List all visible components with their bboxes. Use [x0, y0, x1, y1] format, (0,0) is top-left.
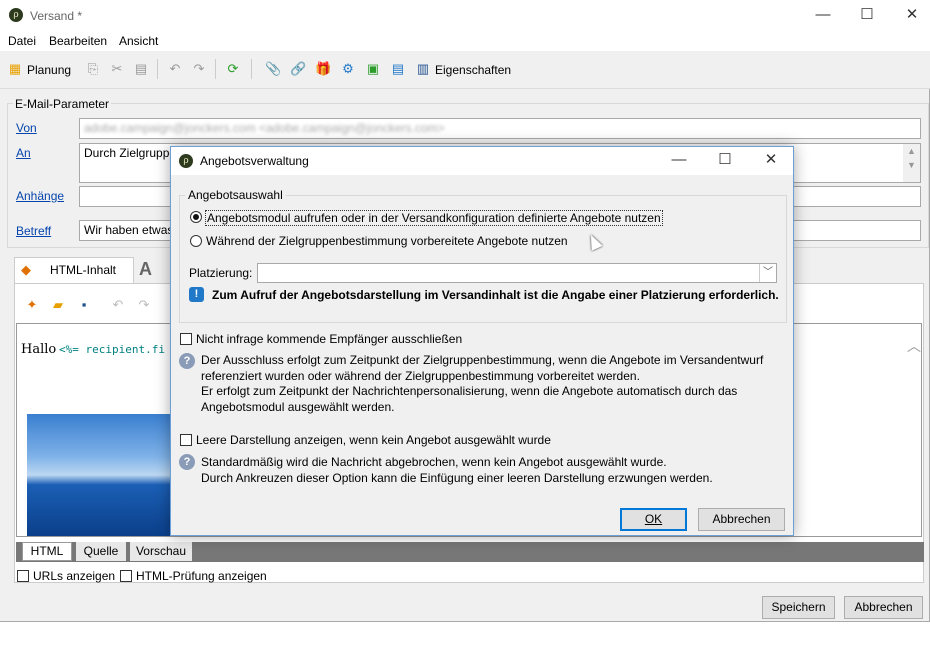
editor-scroll-up-icon[interactable]: ︿: [907, 336, 921, 356]
help2-line: Standardmäßig wird die Nachricht abgebro…: [201, 455, 667, 469]
cut-icon[interactable]: ✂: [109, 61, 125, 77]
help1-line: Der Ausschluss erfolgt zum Zeitpunkt der…: [201, 353, 764, 367]
ok-button[interactable]: OK: [620, 508, 687, 531]
from-value: adobe.campaign@jonckers.com <adobe.campa…: [84, 121, 445, 135]
placement-select[interactable]: [257, 263, 777, 283]
clipboard-icon[interactable]: ▤: [390, 61, 406, 77]
toolbar-separator: [251, 59, 252, 79]
redo-icon[interactable]: ↷: [191, 61, 207, 77]
empty-rendering-label: Leere Darstellung anzeigen, wenn kein An…: [196, 433, 551, 447]
placement-warning: Zum Aufruf der Angebotsdarstellung im Ve…: [212, 288, 779, 302]
dialog-close-icon[interactable]: ✕: [761, 152, 781, 168]
subject-link[interactable]: Betreff: [16, 224, 51, 238]
maximize-icon[interactable]: ☐: [857, 7, 877, 23]
html-check-checkbox[interactable]: [120, 570, 132, 582]
html-check-label: HTML-Prüfung anzeigen: [136, 569, 267, 583]
editor-redo-icon[interactable]: ↷: [136, 297, 152, 313]
main-cancel-button[interactable]: Abbrechen: [844, 596, 923, 619]
radio-prepared-offers[interactable]: [190, 235, 202, 247]
tab-text-content[interactable]: A: [139, 259, 152, 280]
app-icon: ρ: [9, 8, 23, 22]
show-urls-label: URLs anzeigen: [33, 569, 116, 583]
help-icon: ?: [179, 454, 195, 470]
offer-selection-legend: Angebotsauswahl: [185, 188, 286, 202]
ok-label: OK: [644, 512, 663, 526]
empty-help-text: Standardmäßig wird die Nachricht abgebro…: [201, 455, 713, 486]
bottom-tab-source[interactable]: Quelle: [76, 542, 126, 561]
hello-text: Hallo: [21, 342, 57, 357]
calculator-icon[interactable]: ▣: [365, 61, 381, 77]
dialog-title: Angebotsverwaltung: [200, 154, 309, 168]
tab-html-content[interactable]: ◆ HTML-Inhalt: [14, 257, 134, 283]
placement-label: Platzierung:: [189, 266, 253, 280]
exclude-help-text: Der Ausschluss erfolgt zum Zeitpunkt der…: [201, 353, 763, 415]
title-bar: ρ Versand * — ☐ ✕: [0, 0, 930, 31]
editor-undo-icon[interactable]: ↶: [110, 297, 126, 313]
empty-rendering-checkbox[interactable]: [180, 434, 192, 446]
exclude-ineligible-label: Nicht infrage kommende Empfänger ausschl…: [196, 332, 463, 346]
minimize-icon[interactable]: —: [813, 7, 833, 23]
undo-icon[interactable]: ↶: [167, 61, 183, 77]
to-scrollbar[interactable]: ▲ ▼: [903, 144, 920, 182]
help1-line: Angebotsmodul ausgewählt werden.: [201, 399, 395, 414]
paste-icon[interactable]: ▤: [133, 61, 149, 77]
dialog-minimize-icon[interactable]: —: [669, 152, 689, 168]
personalize-icon[interactable]: ⚙: [340, 61, 356, 77]
chevron-down-icon[interactable]: ﹀: [759, 264, 776, 282]
link-icon[interactable]: 🔗: [290, 61, 306, 77]
close-icon[interactable]: ✕: [902, 7, 922, 23]
bottom-tab-preview[interactable]: Vorschau: [130, 542, 192, 561]
bottom-tab-html[interactable]: HTML: [22, 542, 72, 561]
open-folder-icon[interactable]: ▰: [50, 297, 66, 313]
radio-offer-engine-label: Angebotsmodul aufrufen oder in der Versa…: [205, 210, 663, 226]
dialog-cancel-button[interactable]: Abbrechen: [698, 508, 785, 531]
attachments-link[interactable]: Anhänge: [16, 189, 64, 203]
tab-html-label: HTML-Inhalt: [50, 263, 117, 277]
properties-icon[interactable]: ▥: [415, 61, 431, 77]
ocean-image: [27, 414, 177, 536]
attachment-icon[interactable]: 📎: [265, 61, 281, 77]
refresh-icon[interactable]: ⟳: [225, 61, 241, 77]
help1-line: Er erfolgt zum Zeitpunkt der Nachrichten…: [201, 384, 738, 398]
menu-ansicht[interactable]: Ansicht: [119, 34, 158, 48]
subject-value: Wir haben etwas: [84, 223, 174, 237]
toolbar-separator: [157, 59, 158, 79]
menu-datei[interactable]: Datei: [8, 34, 36, 48]
dialog-app-icon: ρ: [179, 154, 193, 168]
to-value: Durch Zielgruppe: [84, 146, 177, 160]
dialog-maximize-icon[interactable]: ☐: [715, 152, 735, 168]
html-icon: ◆: [21, 262, 31, 277]
from-field[interactable]: adobe.campaign@jonckers.com <adobe.campa…: [79, 118, 921, 139]
radio-prepared-offers-label: Während der Zielgruppenbestimmung vorber…: [206, 234, 568, 248]
exclude-ineligible-checkbox[interactable]: [180, 333, 192, 345]
save-button[interactable]: Speichern: [762, 596, 835, 619]
window-title: Versand *: [30, 9, 83, 23]
menu-bar: Datei Bearbeiten Ansicht: [0, 31, 930, 51]
dialog-title-bar: ρ Angebotsverwaltung — ☐ ✕: [171, 147, 793, 175]
info-icon: !: [189, 287, 204, 302]
toolbar-separator: [215, 59, 216, 79]
to-link[interactable]: An: [16, 146, 31, 160]
bottom-tabs: HTML Quelle Vorschau: [16, 542, 924, 562]
save-icon[interactable]: ▪: [76, 297, 92, 313]
offer-icon[interactable]: 🎁: [315, 61, 331, 77]
new-icon[interactable]: ✦: [24, 297, 40, 313]
personalization-code: <%= recipient.fi: [59, 343, 165, 356]
properties-button[interactable]: Eigenschaften: [435, 63, 511, 77]
help1-line: referenziert wurden oder während der Zie…: [201, 368, 640, 383]
from-link[interactable]: Von: [16, 121, 37, 135]
copy-icon[interactable]: ⎘: [85, 61, 101, 77]
menu-bearbeiten[interactable]: Bearbeiten: [49, 34, 107, 48]
help-icon: ?: [179, 353, 195, 369]
radio-offer-engine[interactable]: [190, 211, 202, 223]
email-params-legend: E-Mail-Parameter: [13, 97, 112, 111]
show-urls-checkbox[interactable]: [17, 570, 29, 582]
calendar-icon[interactable]: ▦: [7, 61, 23, 77]
help2-line: Durch Ankreuzen dieser Option kann die E…: [201, 470, 713, 485]
planning-button[interactable]: Planung: [27, 63, 71, 77]
offer-management-dialog: ρ Angebotsverwaltung — ☐ ✕ Angebotsauswa…: [170, 146, 794, 536]
